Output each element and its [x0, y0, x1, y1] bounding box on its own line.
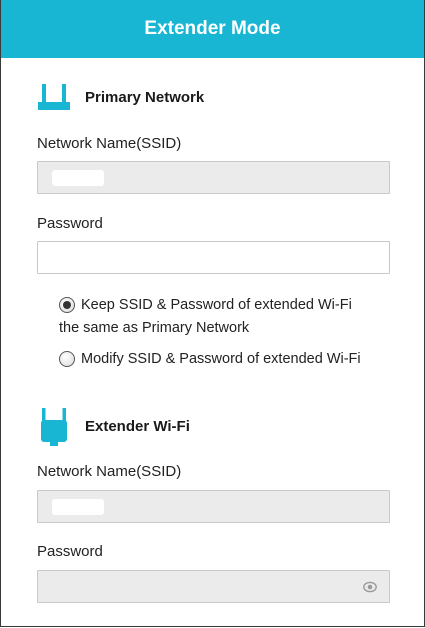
primary-network-title: Primary Network: [85, 88, 205, 106]
modify-ssid-label: Modify SSID & Password of extended Wi-Fi: [81, 351, 361, 367]
eye-icon[interactable]: [363, 580, 377, 594]
extender-icon: [41, 408, 67, 446]
router-icon: [38, 84, 70, 110]
keep-ssid-radio[interactable]: [59, 297, 75, 313]
header-bar: Extender Mode: [1, 0, 424, 58]
keep-ssid-option[interactable]: Keep SSID & Password of extended Wi-Fi t…: [59, 294, 352, 340]
extender-password-field[interactable]: [37, 570, 390, 603]
keep-ssid-label-line1: Keep SSID & Password of extended Wi-Fi: [81, 297, 352, 313]
redacted-ssid: [52, 170, 104, 186]
primary-password-field[interactable]: [37, 241, 390, 274]
primary-ssid-field[interactable]: [37, 161, 390, 194]
extender-wifi-header: Extender Wi-Fi: [37, 406, 190, 446]
page-title: Extender Mode: [144, 18, 281, 39]
primary-password-input[interactable]: [38, 242, 389, 273]
keep-ssid-label-line2: the same as Primary Network: [59, 320, 250, 336]
modify-ssid-radio[interactable]: [59, 351, 75, 367]
primary-ssid-label: Network Name(SSID): [37, 135, 182, 152]
modify-ssid-option[interactable]: Modify SSID & Password of extended Wi-Fi: [59, 348, 361, 371]
extender-ssid-field[interactable]: [37, 490, 390, 523]
redacted-ssid: [52, 499, 104, 515]
primary-password-label: Password: [37, 215, 103, 232]
primary-network-header: Primary Network: [37, 82, 204, 112]
extender-password-label: Password: [37, 543, 103, 560]
extender-ssid-label: Network Name(SSID): [37, 463, 182, 480]
app-frame: Extender Mode Primary Network Network Na…: [0, 0, 425, 627]
extender-wifi-title: Extender Wi-Fi: [85, 417, 190, 435]
